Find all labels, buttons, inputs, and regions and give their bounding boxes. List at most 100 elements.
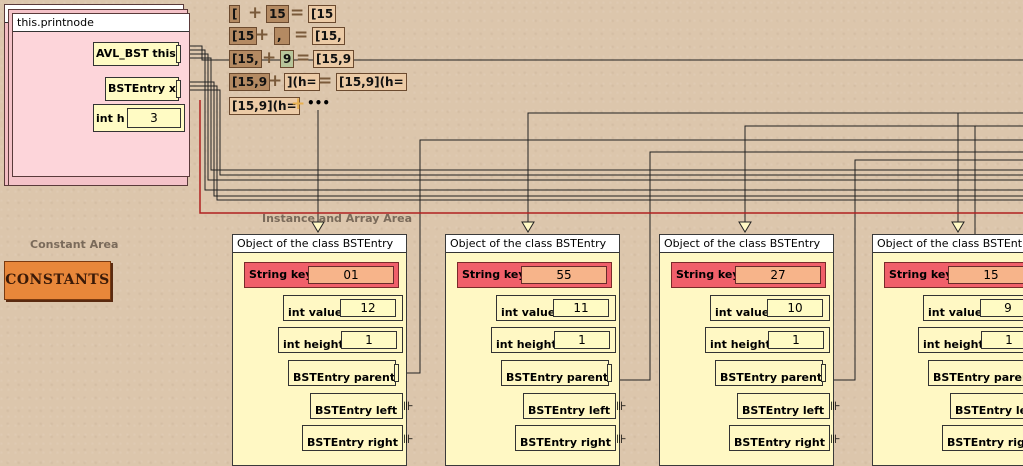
field-label: int value: [928, 306, 983, 319]
field-string-key[interactable]: String key 55: [457, 262, 612, 288]
object-title: Object of the class BSTEntry: [446, 235, 619, 253]
parent-port[interactable]: [821, 364, 826, 382]
null-ground-icon: ⊪: [403, 399, 414, 413]
field-bstentry-parent[interactable]: BSTEntry parent: [501, 360, 609, 386]
bstentry-object[interactable]: Object of the class BSTEntry String key …: [659, 234, 840, 466]
object-title: Object of the class BSTEntry: [233, 235, 406, 253]
field-label: BSTEntry left: [742, 404, 825, 417]
var-h-value[interactable]: 3: [127, 108, 181, 128]
field-bstentry-right[interactable]: BSTEntry right: [942, 425, 1023, 451]
field-string-key[interactable]: String key 15: [884, 262, 1023, 288]
object-title: Object of the class BSTEntry: [873, 235, 1023, 253]
expr-operand[interactable]: [: [229, 5, 241, 23]
field-int-value[interactable]: int value 9: [923, 295, 1023, 321]
expr-operand[interactable]: ](h=: [284, 73, 320, 91]
expr-result[interactable]: [15,9: [313, 50, 355, 68]
bstentry-object[interactable]: Object of the class BSTEntry String key …: [445, 234, 626, 466]
field-label: BSTEntry parent: [506, 371, 609, 384]
plus-icon: +: [255, 25, 270, 45]
parent-port[interactable]: [607, 364, 612, 382]
field-int-value[interactable]: int value 11: [496, 295, 616, 321]
field-value[interactable]: 1: [768, 331, 824, 349]
field-value[interactable]: 15: [948, 266, 1023, 284]
field-int-value[interactable]: int value 10: [710, 295, 830, 321]
var-this-port[interactable]: [176, 45, 181, 63]
field-int-height[interactable]: int height 1: [705, 327, 830, 353]
field-bstentry-right[interactable]: BSTEntry right: [729, 425, 830, 451]
expr-operand[interactable]: [15,: [229, 50, 262, 68]
var-bstentry-x[interactable]: BSTEntry x: [105, 77, 179, 101]
field-label: BSTEntry right: [307, 436, 398, 449]
null-ground-icon: ⊪: [616, 432, 627, 446]
field-value[interactable]: 1: [554, 331, 610, 349]
field-value[interactable]: 9: [980, 299, 1023, 317]
expr-operand[interactable]: 15: [266, 5, 289, 23]
field-bstentry-parent[interactable]: BSTEntry parent: [715, 360, 823, 386]
expr-operand[interactable]: ,: [274, 27, 290, 45]
var-avl-bst-this[interactable]: AVL_BST this: [93, 42, 179, 66]
var-x-port[interactable]: [176, 80, 181, 98]
var-label: BSTEntry x: [108, 82, 176, 95]
plus-icon: +: [262, 48, 277, 68]
field-bstentry-left[interactable]: BSTEntry left: [950, 393, 1023, 419]
field-label: BSTEntry parent: [933, 371, 1023, 384]
field-value[interactable]: 1: [341, 331, 397, 349]
field-bstentry-left[interactable]: BSTEntry left: [523, 393, 616, 419]
field-value[interactable]: 10: [767, 299, 823, 317]
expr-result[interactable]: [15: [308, 5, 337, 23]
null-ground-icon: ⊪: [403, 432, 414, 446]
field-string-key[interactable]: String key 01: [244, 262, 399, 288]
field-value[interactable]: 11: [553, 299, 609, 317]
field-bstentry-right[interactable]: BSTEntry right: [302, 425, 403, 451]
var-label: AVL_BST this: [96, 47, 176, 60]
expr-operand[interactable]: [15: [229, 27, 258, 45]
field-int-value[interactable]: int value 12: [283, 295, 403, 321]
expr-operand[interactable]: [15,9: [229, 73, 271, 91]
field-string-key[interactable]: String key 27: [671, 262, 826, 288]
expr-operand[interactable]: 9: [280, 50, 295, 68]
field-label: BSTEntry left: [528, 404, 611, 417]
field-bstentry-parent[interactable]: BSTEntry parent: [928, 360, 1023, 386]
field-label: String key: [249, 268, 313, 281]
null-ground-icon: ⊪: [830, 399, 841, 413]
frame-title-printnode: this.printnode: [13, 14, 189, 32]
field-label: BSTEntry parent: [720, 371, 823, 384]
null-ground-icon: ⊪: [830, 432, 841, 446]
var-label: int h: [96, 112, 125, 125]
equals-icon: =: [290, 3, 305, 23]
expr-operand[interactable]: [15,9](h=: [229, 97, 300, 115]
expr-result[interactable]: [15,9](h=: [336, 73, 407, 91]
equals-icon: =: [296, 48, 311, 68]
bstentry-object[interactable]: Object of the class BSTEntry String key …: [232, 234, 413, 466]
parent-port[interactable]: [394, 364, 399, 382]
constant-area-label: Constant Area: [30, 238, 119, 251]
field-int-height[interactable]: int height 1: [278, 327, 403, 353]
field-bstentry-left[interactable]: BSTEntry left: [310, 393, 403, 419]
equals-icon: =: [318, 71, 333, 91]
field-label: int height: [283, 338, 344, 351]
field-bstentry-left[interactable]: BSTEntry left: [737, 393, 830, 419]
field-label: int value: [288, 306, 343, 319]
field-value[interactable]: 1: [981, 331, 1023, 349]
bstentry-object[interactable]: Object of the class BSTEntry String key …: [872, 234, 1023, 466]
field-label: String key: [889, 268, 953, 281]
field-value[interactable]: 12: [340, 299, 396, 317]
field-value[interactable]: 55: [521, 266, 607, 284]
null-ground-icon: ⊪: [616, 399, 627, 413]
field-label: BSTEntry right: [947, 436, 1023, 449]
field-label: BSTEntry right: [520, 436, 611, 449]
field-label: BSTEntry left: [315, 404, 398, 417]
field-value[interactable]: 27: [735, 266, 821, 284]
field-value[interactable]: 01: [308, 266, 394, 284]
pending-dots-icon: •••: [307, 96, 331, 110]
plus-icon: +: [291, 94, 306, 114]
field-int-height[interactable]: int height 1: [491, 327, 616, 353]
method-frame-printnode[interactable]: this.printnode AVL_BST this BSTEntry x i…: [12, 13, 190, 177]
constants-button[interactable]: CONSTANTS: [4, 261, 111, 300]
field-label: int height: [923, 338, 984, 351]
field-label: int value: [715, 306, 770, 319]
field-bstentry-parent[interactable]: BSTEntry parent: [288, 360, 396, 386]
field-bstentry-right[interactable]: BSTEntry right: [515, 425, 616, 451]
field-int-height[interactable]: int height 1: [918, 327, 1023, 353]
expr-result[interactable]: [15,: [312, 27, 345, 45]
